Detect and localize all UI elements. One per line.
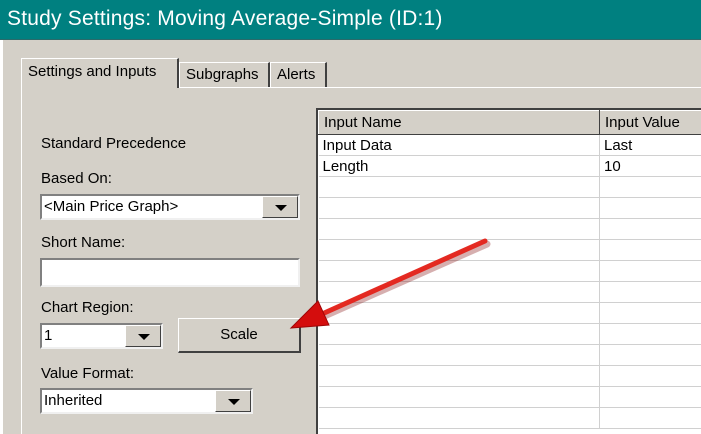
column-header-input-value[interactable]: Input Value [599, 110, 701, 135]
tab-alerts[interactable]: Alerts [270, 62, 327, 88]
column-header-input-name[interactable]: Input Name [318, 110, 600, 135]
based-on-dropdown-button[interactable] [262, 196, 298, 218]
chart-region-select[interactable]: 1 [40, 323, 163, 349]
chart-region-label: Chart Region: [41, 299, 134, 316]
based-on-select[interactable]: <Main Price Graph> [40, 194, 300, 220]
chart-region-dropdown-button[interactable] [125, 325, 161, 347]
chevron-down-icon [138, 334, 150, 340]
standard-precedence-label: Standard Precedence [41, 135, 187, 152]
input-value-cell[interactable]: 10 [599, 155, 701, 177]
tab-subgraphs[interactable]: Subgraphs [179, 62, 270, 88]
input-value-cell[interactable]: Last [599, 134, 701, 156]
short-name-input[interactable] [42, 260, 298, 285]
chevron-down-icon [228, 399, 240, 405]
inputs-table: Input Name Input Value Input Data Last L… [318, 110, 701, 429]
tab-settings-and-inputs[interactable]: Settings and Inputs [21, 58, 179, 88]
input-name-cell[interactable]: Input Data [318, 134, 600, 156]
empty-row [318, 386, 701, 408]
empty-row [318, 302, 701, 324]
value-format-label: Value Format: [41, 365, 135, 382]
empty-row [318, 365, 701, 387]
short-name-label: Short Name: [41, 234, 126, 251]
empty-row [318, 197, 701, 219]
chart-region-value: 1 [44, 327, 53, 344]
value-format-value: Inherited [44, 392, 103, 409]
empty-row [318, 407, 701, 429]
inputs-grid[interactable]: Input Name Input Value Input Data Last L… [316, 108, 701, 434]
scale-button[interactable]: Scale [178, 318, 301, 353]
based-on-value: <Main Price Graph> [44, 198, 179, 215]
empty-row [318, 218, 701, 240]
chevron-down-icon [275, 205, 287, 211]
empty-row [318, 344, 701, 366]
based-on-label: Based On: [41, 170, 112, 187]
empty-row [318, 260, 701, 282]
table-row[interactable]: Input Data Last [318, 134, 701, 156]
window-titlebar: Study Settings: Moving Average-Simple (I… [0, 0, 701, 40]
empty-row [318, 239, 701, 261]
value-format-dropdown-button[interactable] [215, 390, 251, 412]
empty-row [318, 176, 701, 198]
short-name-field[interactable] [40, 258, 300, 287]
table-row[interactable]: Length 10 [318, 155, 701, 177]
empty-row [318, 323, 701, 345]
input-name-cell[interactable]: Length [318, 155, 600, 177]
value-format-select[interactable]: Inherited [40, 388, 253, 414]
window-title: Study Settings: Moving Average-Simple (I… [7, 7, 443, 30]
empty-row [318, 281, 701, 303]
